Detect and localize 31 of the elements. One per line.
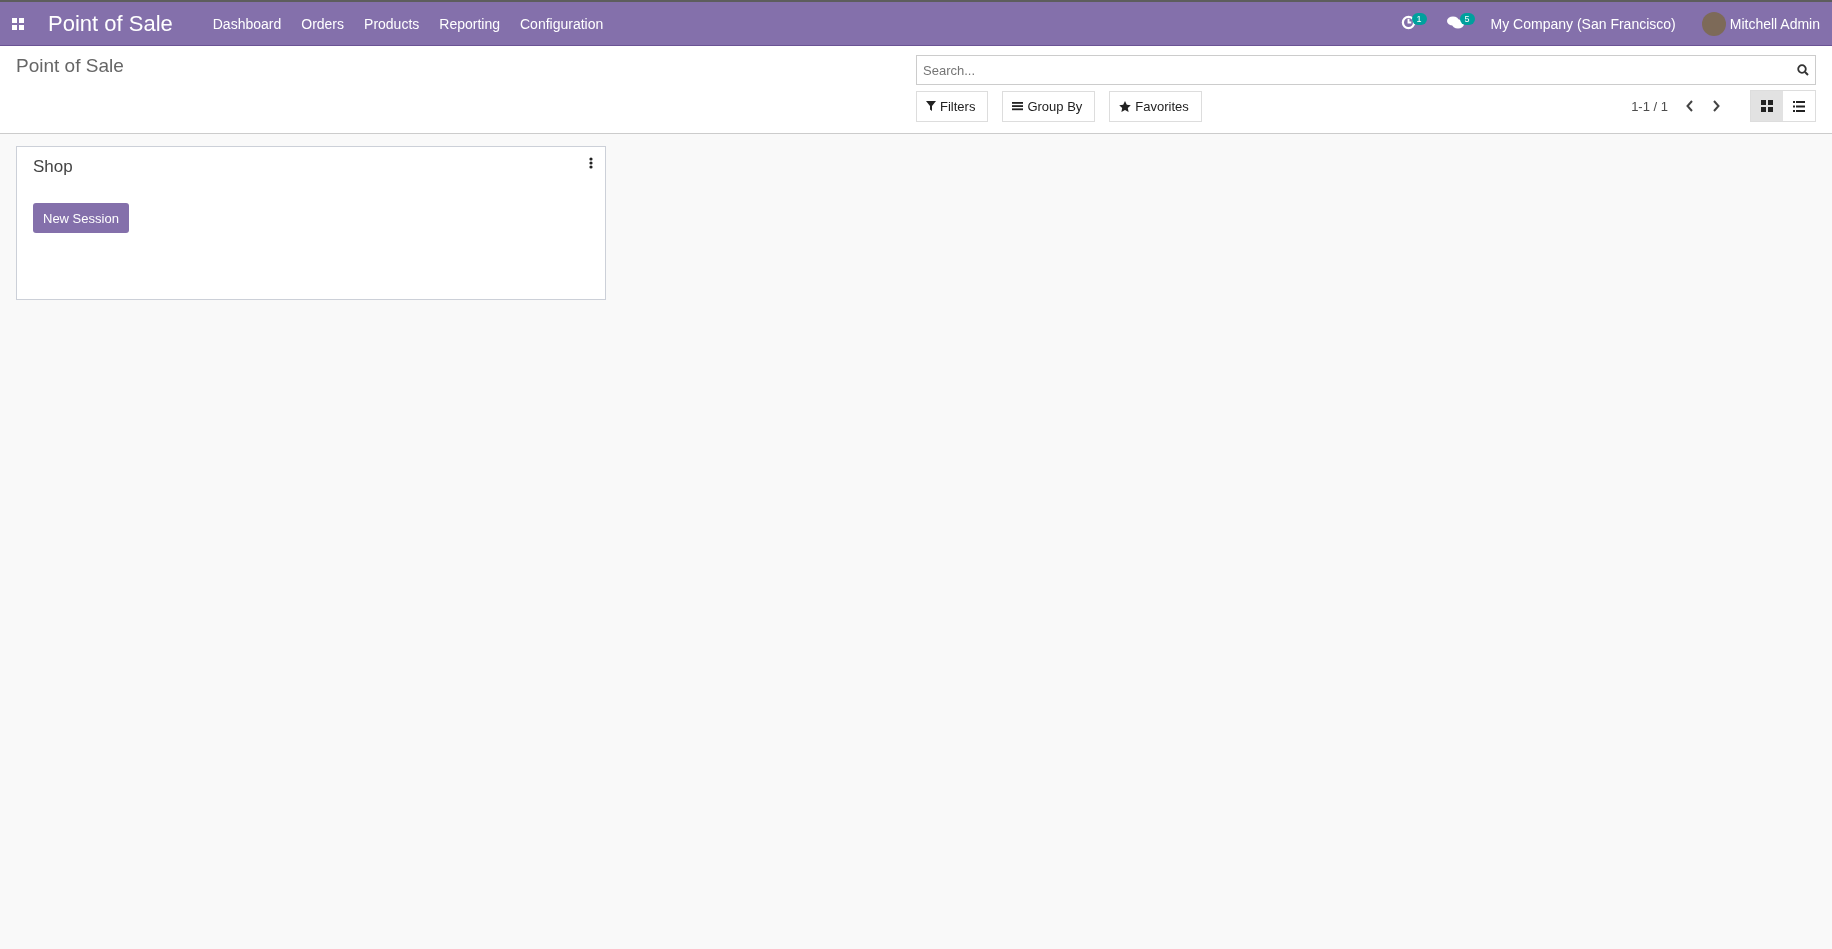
new-session-button[interactable]: New Session (33, 203, 129, 233)
activity-count-badge: 1 (1411, 12, 1427, 25)
chat-icon[interactable] (1446, 15, 1464, 30)
star-icon (1119, 100, 1132, 112)
user-name[interactable]: Mitchell Admin (1729, 15, 1820, 32)
kanban-view-button[interactable] (1751, 91, 1783, 121)
menu-item[interactable]: Products (364, 15, 420, 32)
company-switcher[interactable]: My Company (San Francisco) (1490, 15, 1676, 32)
message-count-badge: 5 (1459, 12, 1475, 25)
next-page-icon[interactable] (1712, 100, 1720, 112)
previous-page-icon[interactable] (1686, 100, 1694, 112)
menu-icon (1012, 101, 1024, 111)
menu-item[interactable]: Dashboard (212, 15, 282, 32)
menu-item[interactable]: Orders (301, 15, 345, 32)
search-icon[interactable] (1797, 64, 1809, 76)
menu-item[interactable]: Reporting (439, 15, 500, 32)
list-icon (1793, 100, 1805, 112)
search-field[interactable]: Search... (916, 55, 1816, 85)
breadcrumb-title: Point of Sale (16, 55, 124, 76)
search-option-button[interactable]: Favorites (1109, 90, 1202, 122)
apps-menu-icon[interactable] (12, 17, 24, 30)
search-option-button[interactable]: Group By (1002, 90, 1096, 122)
more-options-icon[interactable] (589, 157, 593, 169)
filter-icon (926, 101, 936, 111)
pager-value: 1-1 / 1 (1631, 98, 1668, 114)
menu-item[interactable]: Configuration (520, 15, 604, 32)
search-option-button[interactable]: Filters (916, 90, 989, 122)
app-name[interactable]: Point of Sale (48, 10, 173, 37)
card-title: Shop (33, 157, 73, 177)
clock-icon[interactable] (1400, 15, 1416, 30)
grid-icon (1761, 100, 1773, 112)
